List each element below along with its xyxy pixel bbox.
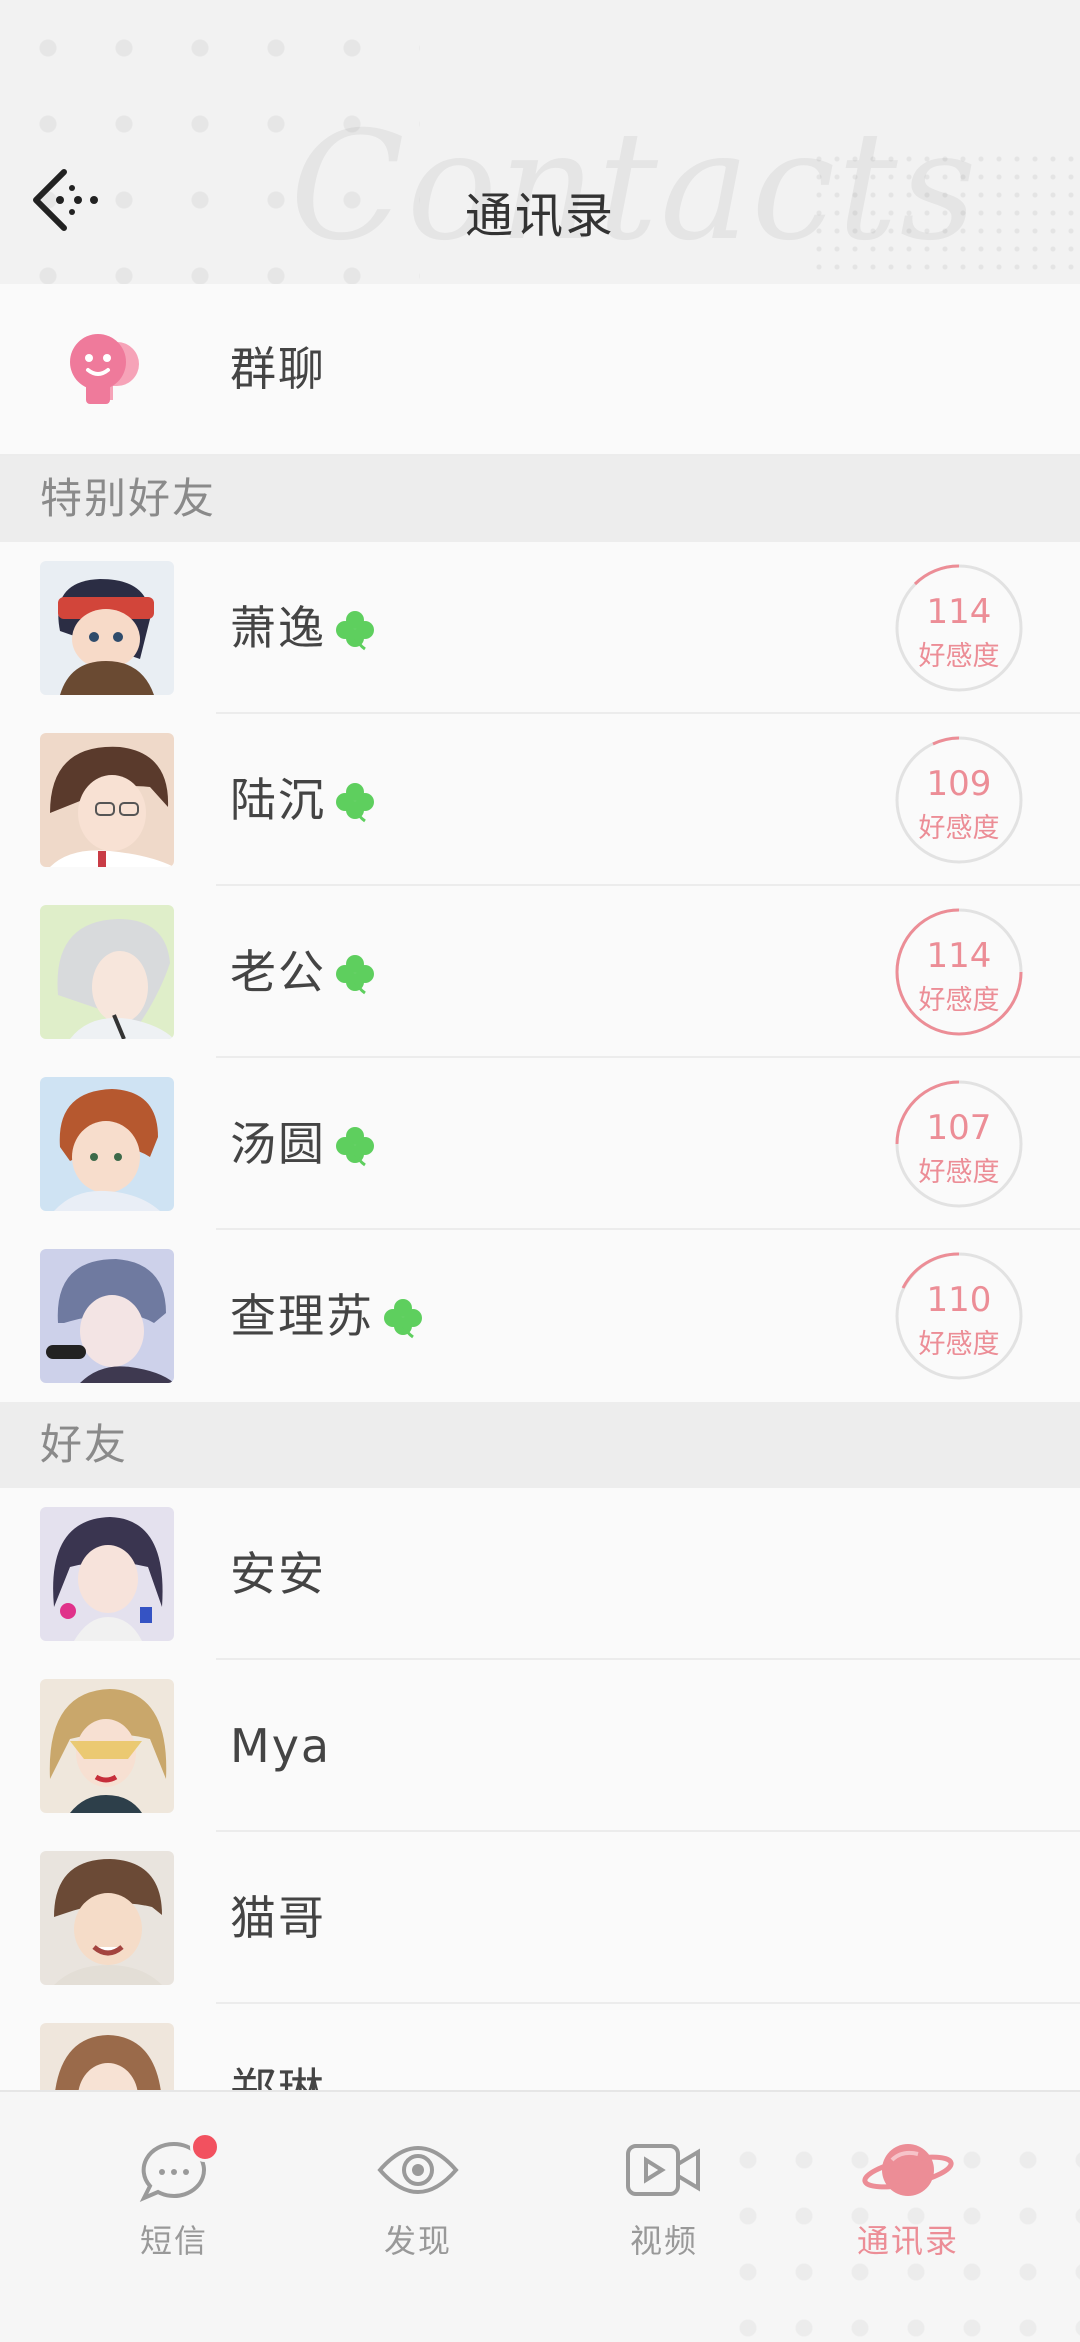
nav-tab-video[interactable]: 视频 <box>584 2130 744 2280</box>
affinity-ring: 107 好感度 <box>893 1078 1025 1210</box>
affinity-ring: 114 好感度 <box>893 906 1025 1038</box>
nav-tab-discover[interactable]: 发现 <box>338 2130 498 2280</box>
group-chat-icon <box>62 324 152 418</box>
contact-row-mya[interactable]: Mya <box>0 1660 1080 1832</box>
nav-label: 通讯录 <box>856 2222 959 2260</box>
planet-icon <box>828 2130 988 2210</box>
avatar <box>40 1249 174 1383</box>
section-header-special-friends: 特别好友 <box>0 456 1080 542</box>
contact-name: 老公 <box>230 886 378 1058</box>
contact-name: 汤圆 <box>230 1058 378 1230</box>
eye-icon <box>338 2130 498 2210</box>
contact-row-chalisu[interactable]: 查理苏 110 好感度 <box>0 1230 1080 1402</box>
contact-name: 郑琳 <box>230 2063 326 2090</box>
clover-icon <box>384 1298 422 1338</box>
affinity-value: 107 <box>926 1108 992 1148</box>
affinity-label: 好感度 <box>918 1157 1000 1188</box>
top-bar: Contacts 通讯录 <box>0 0 1080 284</box>
page-title: 通讯录 <box>464 188 615 244</box>
affinity-label: 好感度 <box>918 641 1000 672</box>
nav-label: 视频 <box>629 2222 698 2260</box>
group-chat-row[interactable]: 群聊 <box>0 284 1080 456</box>
contact-name: 猫哥 <box>230 1891 326 1945</box>
nav-label: 短信 <box>139 2222 208 2260</box>
contact-name: 安安 <box>230 1547 326 1601</box>
avatar <box>40 561 174 695</box>
affinity-value: 109 <box>926 764 992 804</box>
nav-label: 发现 <box>383 2222 452 2260</box>
nav-tab-messages[interactable]: 短信 <box>94 2130 254 2280</box>
affinity-value: 114 <box>926 936 992 976</box>
contact-name: 萧逸 <box>230 542 378 714</box>
affinity-value: 110 <box>926 1280 992 1320</box>
contact-row-laogong[interactable]: 老公 114 好感度 <box>0 886 1080 1058</box>
contact-name: 陆沉 <box>230 714 378 886</box>
contact-row-xiaoyi[interactable]: 萧逸 114 好感度 <box>0 542 1080 714</box>
video-camera-icon <box>584 2130 744 2210</box>
avatar <box>40 1851 174 1985</box>
nav-tab-contacts[interactable]: 通讯录 <box>828 2130 988 2280</box>
affinity-ring: 110 好感度 <box>893 1250 1025 1382</box>
contact-name: Mya <box>230 1719 332 1773</box>
chat-bubble-icon <box>94 2130 254 2210</box>
clover-icon <box>336 1126 374 1166</box>
avatar <box>40 2023 174 2090</box>
avatar <box>40 905 174 1039</box>
contacts-list[interactable]: 群聊 特别好友 萧逸 114 好感度 陆沉 109 好感度 老公 114 好感度… <box>0 284 1080 2090</box>
section-header-friends: 好友 <box>0 1402 1080 1488</box>
affinity-value: 114 <box>926 592 992 632</box>
unread-badge <box>190 2132 220 2162</box>
contact-name: 查理苏 <box>230 1230 426 1402</box>
contact-row-luchen[interactable]: 陆沉 109 好感度 <box>0 714 1080 886</box>
contact-row-maoge[interactable]: 猫哥 <box>0 1832 1080 2004</box>
affinity-label: 好感度 <box>918 1329 1000 1360</box>
avatar <box>40 733 174 867</box>
clover-icon <box>336 782 374 822</box>
group-chat-label: 群聊 <box>230 342 326 396</box>
bottom-nav: 短信 发现 视频 通讯录 <box>0 2090 1080 2342</box>
affinity-label: 好感度 <box>918 985 1000 1016</box>
affinity-ring: 109 好感度 <box>893 734 1025 866</box>
avatar <box>40 1679 174 1813</box>
contact-row-tangyuan[interactable]: 汤圆 107 好感度 <box>0 1058 1080 1230</box>
clover-icon <box>336 610 374 650</box>
affinity-label: 好感度 <box>918 813 1000 844</box>
affinity-ring: 114 好感度 <box>893 562 1025 694</box>
clover-icon <box>336 954 374 994</box>
avatar <box>40 1077 174 1211</box>
contact-row-zhenglin[interactable]: 郑琳 <box>0 2004 1080 2090</box>
avatar <box>40 1507 174 1641</box>
contact-row-anan[interactable]: 安安 <box>0 1488 1080 1660</box>
